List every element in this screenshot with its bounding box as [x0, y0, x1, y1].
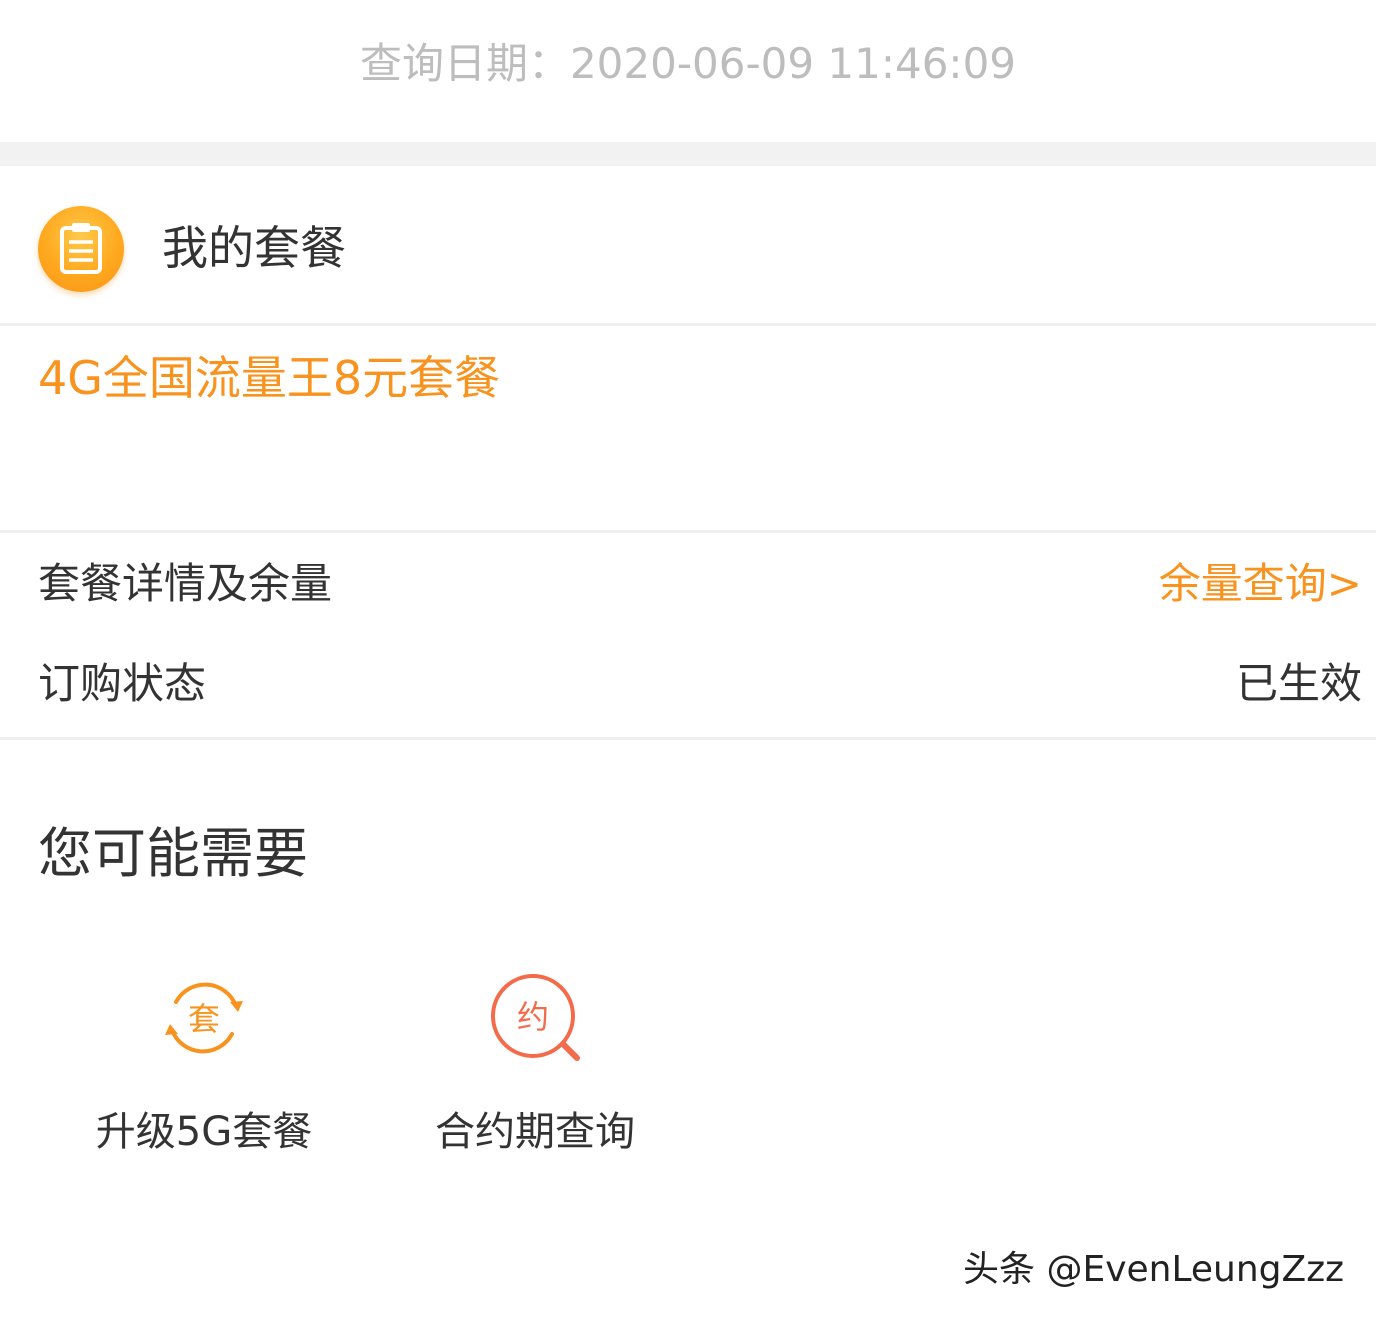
- package-name: 4G全国流量王8元套餐: [38, 351, 501, 405]
- order-status-label: 订购状态: [38, 659, 207, 708]
- contract-query-label: 合约期查询: [435, 1109, 635, 1155]
- order-status-value: 已生效: [1235, 659, 1362, 708]
- upgrade-5g-button[interactable]: 套 升级5G套餐: [54, 960, 354, 1170]
- divider: [0, 530, 1376, 533]
- contract-icon-char: 约: [517, 998, 549, 1036]
- my-package-header: 我的套餐: [0, 166, 1376, 324]
- contract-query-button[interactable]: 约 合约期查询: [385, 960, 685, 1170]
- divider: [0, 323, 1376, 326]
- package-balance-label: 套餐详情及余量: [38, 559, 333, 608]
- suggestions-title: 您可能需要: [38, 822, 308, 885]
- upgrade-icon-char: 套: [188, 1000, 220, 1038]
- section-separator: [0, 142, 1376, 166]
- balance-query-link[interactable]: 余量查询>: [1159, 544, 1362, 624]
- contract-search-icon: 约: [485, 968, 585, 1068]
- query-date: 查询日期：2020-06-09 11:46:09: [359, 39, 1017, 88]
- order-status-row: 订购状态 已生效: [0, 644, 1376, 724]
- my-package-title: 我的套餐: [162, 221, 346, 275]
- package-balance-row: 套餐详情及余量 余量查询>: [0, 544, 1376, 624]
- upgrade-5g-label: 升级5G套餐: [95, 1109, 313, 1155]
- divider: [0, 737, 1376, 740]
- watermark: 头条 @EvenLeungZzz: [963, 1249, 1344, 1290]
- upgrade-refresh-icon: 套: [154, 968, 254, 1068]
- clipboard-icon: [38, 206, 124, 292]
